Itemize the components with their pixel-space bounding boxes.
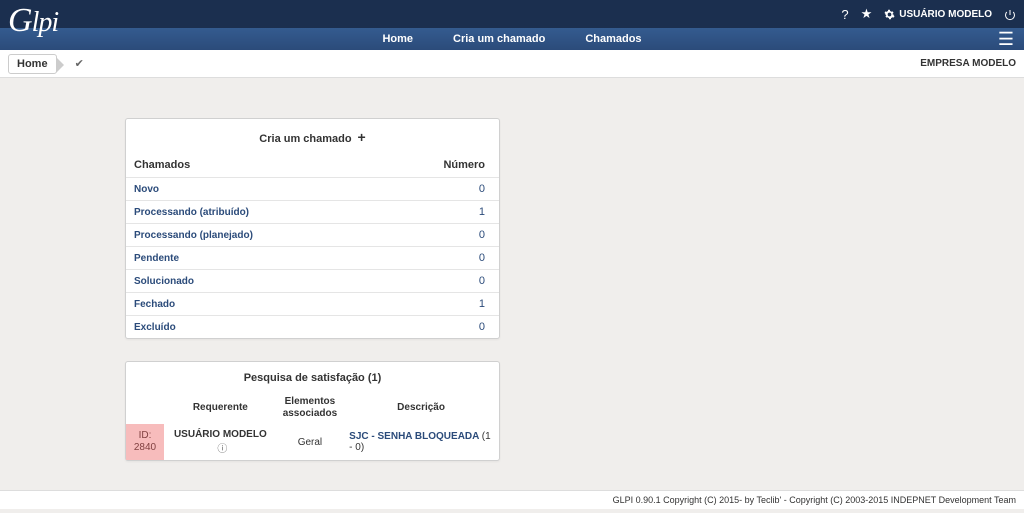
- status-closed[interactable]: Fechado: [134, 299, 175, 310]
- breadcrumb-home[interactable]: Home: [8, 54, 57, 74]
- status-processing-assigned[interactable]: Processando (atribuído): [134, 207, 249, 218]
- navbar: Glpi Home Cria um chamado Chamados ☰: [0, 28, 1024, 50]
- nav-home[interactable]: Home: [382, 33, 413, 45]
- col-id: [126, 392, 164, 424]
- status-solved[interactable]: Solucionado: [134, 276, 194, 287]
- ticket-link[interactable]: SJC - SENHA BLOQUEADA (1 - 0): [349, 431, 493, 453]
- col-number: Número: [380, 153, 499, 178]
- col-description: Descrição: [343, 392, 499, 424]
- footer-text: GLPI 0.90.1 Copyright (C) 2015- by Tecli…: [613, 495, 1016, 505]
- table-row: Excluído0: [126, 316, 499, 339]
- user-label: USUÁRIO MODELO: [899, 9, 992, 20]
- gear-icon: [884, 9, 895, 20]
- company-name: EMPRESA MODELO: [920, 58, 1016, 69]
- nav-tickets[interactable]: Chamados: [585, 33, 641, 45]
- survey-title: Pesquisa de satisfação (1): [126, 362, 499, 392]
- topbar: ? ★ USUÁRIO MODELO: [0, 0, 1024, 28]
- survey-row: ID:2840 USUÁRIO MODELO ⓘ Geral SJC - SEN…: [126, 424, 499, 460]
- hamburger-icon[interactable]: ☰: [998, 29, 1014, 50]
- ticket-status-table: Chamados Número Novo0 Processando (atrib…: [126, 153, 499, 338]
- status-new[interactable]: Novo: [134, 184, 159, 195]
- status-deleted[interactable]: Excluído: [134, 322, 176, 333]
- create-ticket-panel: Cria um chamado + Chamados Número Novo0 …: [125, 118, 500, 339]
- table-row: Solucionado0: [126, 270, 499, 293]
- table-row: Processando (planejado)0: [126, 224, 499, 247]
- create-ticket-title[interactable]: Cria um chamado +: [126, 119, 499, 153]
- elements-cell: Geral: [277, 424, 343, 460]
- nav-create-ticket[interactable]: Cria um chamado: [453, 33, 545, 45]
- col-tickets: Chamados: [126, 153, 380, 178]
- table-row: Pendente0: [126, 247, 499, 270]
- table-row: Novo0: [126, 178, 499, 201]
- main-menu: Home Cria um chamado Chamados: [382, 33, 641, 45]
- survey-table: Requerente Elementosassociados Descrição…: [126, 392, 499, 460]
- breadcrumb-bar: Home ✔ EMPRESA MODELO: [0, 50, 1024, 78]
- status-pending[interactable]: Pendente: [134, 253, 179, 264]
- help-icon[interactable]: ?: [841, 7, 848, 22]
- table-row: Processando (atribuído)1: [126, 201, 499, 224]
- footer: GLPI 0.90.1 Copyright (C) 2015- by Tecli…: [0, 490, 1024, 509]
- description-cell: SJC - SENHA BLOQUEADA (1 - 0): [343, 424, 499, 460]
- validation-icon[interactable]: ✔: [75, 57, 84, 70]
- info-icon[interactable]: ⓘ: [217, 444, 227, 455]
- plus-icon: +: [354, 129, 366, 145]
- logout-icon[interactable]: [1004, 7, 1016, 22]
- col-requester: Requerente: [164, 392, 277, 424]
- requester-cell: USUÁRIO MODELO ⓘ: [164, 424, 277, 460]
- user-menu[interactable]: USUÁRIO MODELO: [884, 9, 992, 20]
- status-processing-planned[interactable]: Processando (planejado): [134, 230, 253, 241]
- ticket-id[interactable]: ID:2840: [126, 424, 164, 460]
- logo[interactable]: Glpi: [8, 2, 58, 40]
- content-area: Cria um chamado + Chamados Número Novo0 …: [0, 78, 1024, 513]
- table-row: Fechado1: [126, 293, 499, 316]
- col-elements: Elementosassociados: [277, 392, 343, 424]
- survey-panel: Pesquisa de satisfação (1) Requerente El…: [125, 361, 500, 461]
- star-icon[interactable]: ★: [861, 6, 873, 22]
